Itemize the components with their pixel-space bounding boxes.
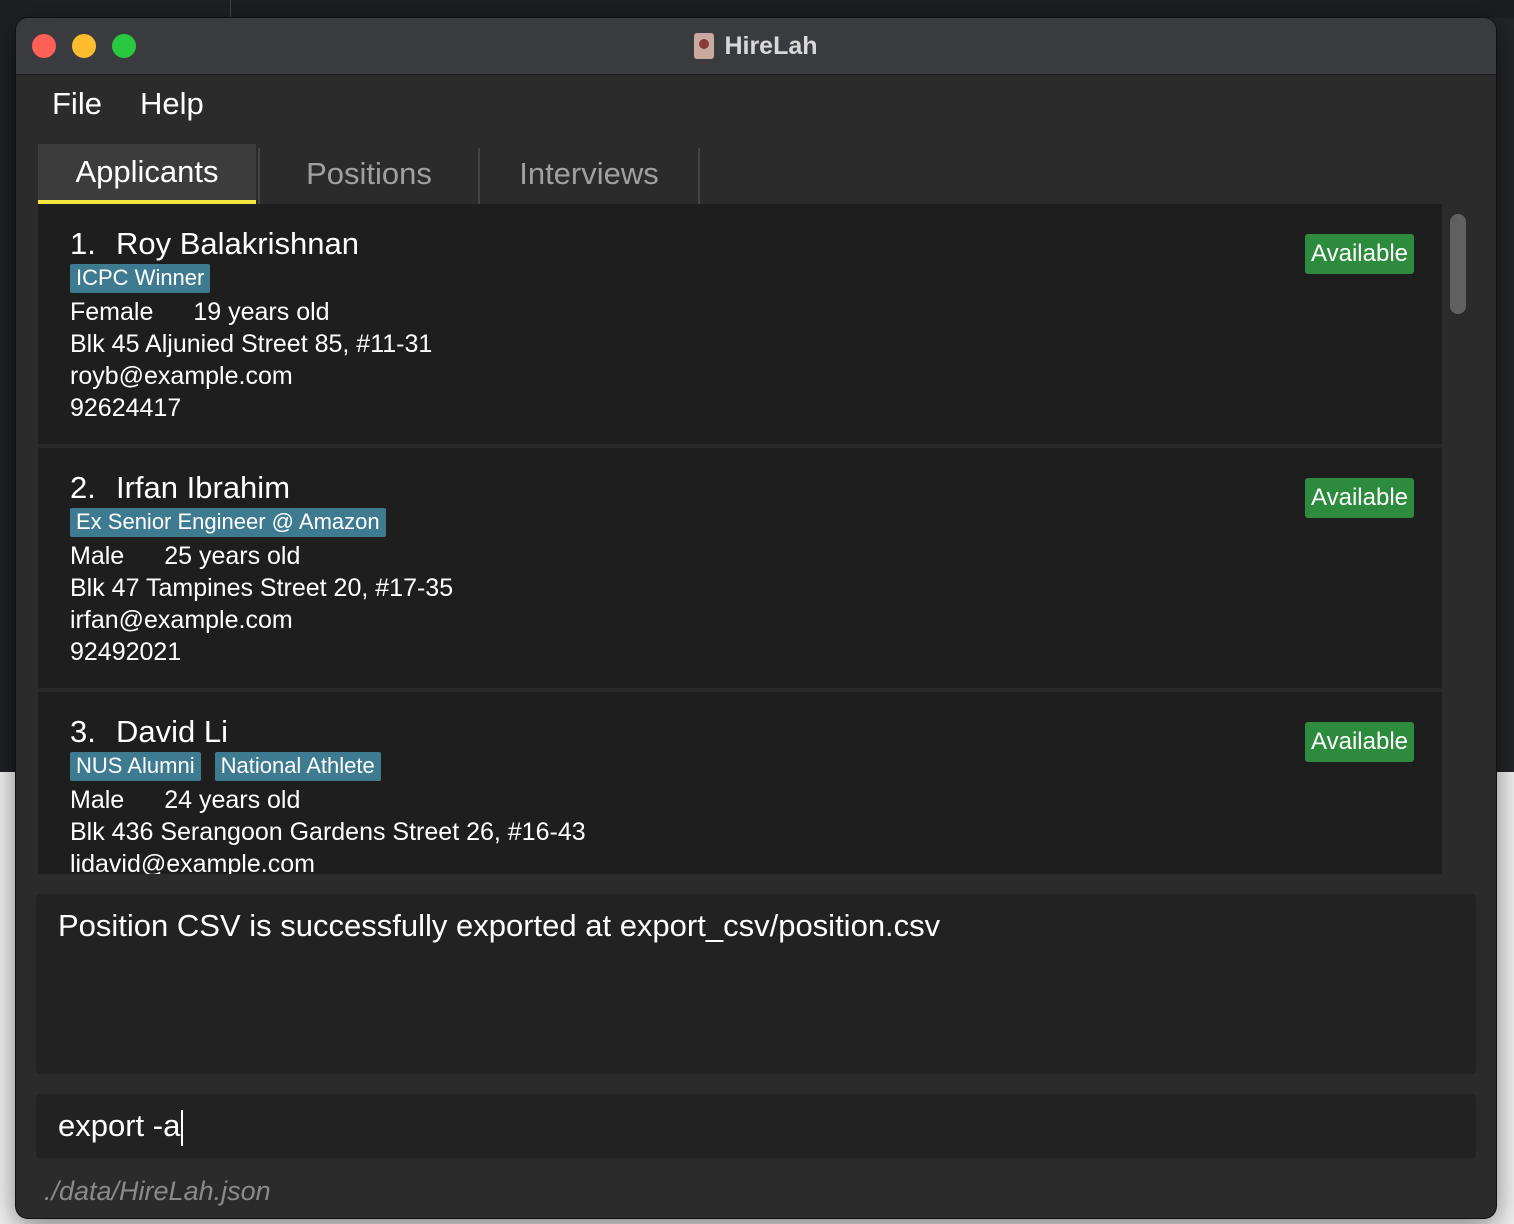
result-message: Position CSV is successfully exported at…	[58, 908, 941, 943]
applicant-tags: Ex Senior Engineer @ Amazon	[70, 508, 386, 537]
status-badge: Available	[1305, 478, 1414, 518]
title-bar: HireLah	[16, 18, 1496, 75]
menu-file[interactable]: File	[52, 86, 102, 122]
applicant-email: lidavid@example.com	[70, 850, 315, 874]
text-caret	[181, 1109, 184, 1146]
applicant-address: Blk 45 Aljunied Street 85, #11-31	[70, 330, 433, 358]
applicant-tags: NUS Alumni National Athlete	[70, 752, 381, 781]
tab-separator	[698, 148, 700, 204]
tab-positions[interactable]: Positions	[260, 144, 478, 204]
tag: NUS Alumni	[70, 752, 201, 781]
applicant-list[interactable]: 1. Roy Balakrishnan ICPC Winner Female 19 …	[38, 204, 1476, 874]
applicant-tags: ICPC Winner	[70, 264, 211, 293]
applicant-address: Blk 436 Serangoon Gardens Street 26, #16…	[70, 818, 586, 846]
command-box[interactable]: export -a	[36, 1094, 1476, 1158]
window-title: HireLah	[724, 31, 818, 60]
applicant-phone: 92492021	[70, 638, 182, 666]
applicant-card[interactable]: 2. Irfan Ibrahim Ex Senior Engineer @ Ama…	[38, 448, 1446, 688]
tab-bar: Applicants Positions Interviews	[38, 144, 1478, 204]
scroll-track[interactable]	[1442, 204, 1476, 874]
applicant-card[interactable]: 3. David Li NUS Alumni National Athlete M…	[38, 692, 1446, 874]
status-badge: Available	[1305, 234, 1414, 274]
status-badge: Available	[1305, 722, 1414, 762]
applicant-name: 2. Irfan Ibrahim	[70, 470, 291, 505]
app-logo-icon	[694, 33, 715, 59]
tab-interviews[interactable]: Interviews	[480, 144, 698, 204]
applicant-gender-age: Male 24 years old	[70, 786, 301, 814]
applicant-email: irfan@example.com	[70, 606, 293, 634]
tag: Ex Senior Engineer @ Amazon	[70, 508, 386, 537]
command-input[interactable]: export -a	[58, 1108, 184, 1146]
applicant-email: royb@example.com	[70, 362, 293, 390]
applicant-name: 1. Roy Balakrishnan	[70, 226, 359, 261]
applicant-phone: 92624417	[70, 394, 182, 422]
menu-bar: File Help	[16, 74, 1496, 138]
scrollbar-thumb[interactable]	[1450, 214, 1466, 314]
tag: National Athlete	[214, 752, 381, 781]
tag: ICPC Winner	[70, 264, 211, 293]
status-bar-path: ./data/HireLah.json	[44, 1176, 271, 1206]
tab-applicants[interactable]: Applicants	[38, 144, 256, 204]
applicant-name: 3. David Li	[70, 714, 228, 749]
background-window-top	[230, 0, 1514, 18]
result-display: Position CSV is successfully exported at…	[36, 894, 1476, 1074]
app-window: HireLah File Help Applicants Positions I…	[16, 18, 1496, 1218]
applicant-gender-age: Male 25 years old	[70, 542, 301, 570]
menu-help[interactable]: Help	[140, 86, 204, 122]
applicant-card[interactable]: 1. Roy Balakrishnan ICPC Winner Female 19 …	[38, 204, 1446, 444]
applicant-address: Blk 47 Tampines Street 20, #17-35	[70, 574, 454, 602]
applicant-gender-age: Female 19 years old	[70, 298, 330, 326]
